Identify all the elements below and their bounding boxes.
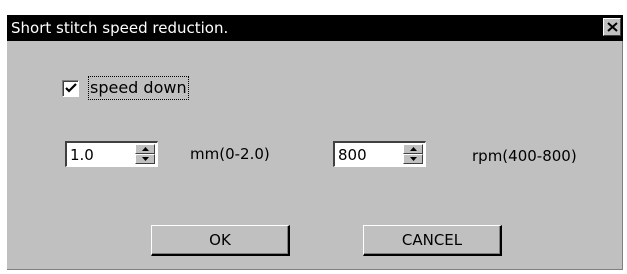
ok-button[interactable]: OK: [151, 225, 290, 256]
rpm-increment-button[interactable]: [403, 144, 423, 154]
speed-down-checkbox[interactable]: [62, 80, 79, 97]
checkmark-icon: [65, 83, 77, 93]
cancel-button[interactable]: CANCEL: [363, 225, 502, 256]
rpm-input[interactable]: 800: [338, 145, 367, 165]
arrow-up-icon: [410, 147, 417, 151]
rpm-unit-label: rpm(400-800): [472, 147, 577, 165]
arrow-up-icon: [142, 147, 149, 151]
title-bar[interactable]: Short stitch speed reduction.: [7, 15, 623, 41]
stitch-length-spinner[interactable]: 1.0: [65, 141, 158, 167]
stitch-length-input[interactable]: 1.0: [70, 145, 94, 165]
rpm-decrement-button[interactable]: [403, 154, 423, 164]
close-icon: [607, 22, 618, 32]
arrow-down-icon: [410, 157, 417, 161]
window-title: Short stitch speed reduction.: [11, 19, 229, 37]
stitch-length-spin-buttons[interactable]: [135, 144, 155, 165]
stitch-length-increment-button[interactable]: [135, 144, 155, 154]
arrow-down-icon: [142, 157, 149, 161]
speed-down-label[interactable]: speed down: [88, 76, 189, 100]
rpm-spinner[interactable]: 800: [333, 141, 426, 167]
stitch-length-unit-label: mm(0-2.0): [190, 145, 270, 163]
rpm-spin-buttons[interactable]: [403, 144, 423, 165]
close-button[interactable]: [603, 18, 621, 36]
speed-reduction-dialog: Short stitch speed reduction. speed down…: [7, 15, 623, 270]
stitch-length-decrement-button[interactable]: [135, 154, 155, 164]
